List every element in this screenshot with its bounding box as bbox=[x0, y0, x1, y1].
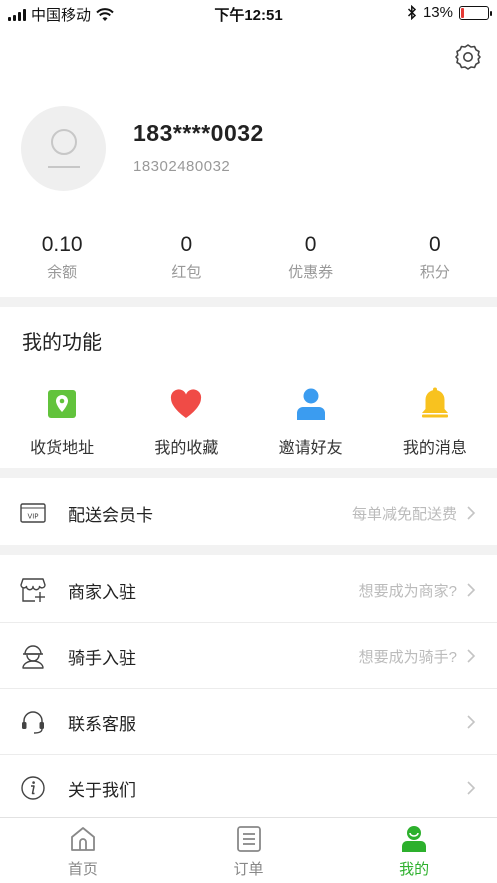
func-label: 邀请好友 bbox=[278, 440, 343, 457]
row-label: 联系客服 bbox=[68, 714, 136, 734]
vip-card-icon: VIP bbox=[20, 500, 46, 526]
functions-grid: 收货地址 我的收藏 邀请好友 我的消息 bbox=[0, 386, 497, 458]
row-hint: 想要成为商家? bbox=[358, 582, 457, 600]
headset-icon bbox=[20, 709, 46, 735]
battery-percent: 13% bbox=[422, 4, 453, 21]
stat-value: 0 bbox=[429, 233, 441, 256]
battery-icon bbox=[459, 5, 492, 20]
rider-icon bbox=[20, 643, 46, 669]
settings-button[interactable] bbox=[451, 40, 485, 74]
avatar[interactable] bbox=[21, 106, 106, 191]
user-profile-icon bbox=[399, 824, 429, 854]
row-label: 商家入驻 bbox=[68, 582, 136, 602]
gear-icon bbox=[455, 44, 481, 70]
chevron-right-icon bbox=[465, 503, 477, 523]
tab-bar: 首页 订单 我的 bbox=[0, 817, 497, 883]
stat-value: 0.10 bbox=[41, 233, 83, 256]
chevron-right-icon bbox=[465, 646, 477, 666]
func-label: 我的消息 bbox=[402, 440, 467, 457]
bluetooth-icon bbox=[407, 5, 417, 20]
stat-value: 0 bbox=[180, 233, 193, 256]
user-placeholder-icon bbox=[47, 128, 80, 168]
tab-orders[interactable]: 订单 bbox=[166, 818, 332, 883]
stat-coupon[interactable]: 0 优惠券 bbox=[249, 232, 373, 282]
status-bar: 中国移动 下午12:51 13% bbox=[0, 0, 497, 28]
phone-number: 18302480032 bbox=[133, 158, 231, 175]
func-label: 我的收藏 bbox=[154, 440, 219, 457]
stat-points[interactable]: 0 积分 bbox=[373, 232, 497, 282]
location-icon bbox=[44, 386, 80, 422]
stats-row: 0.10 余额 0 红包 0 优惠券 0 积分 bbox=[0, 232, 497, 282]
row-hint: 每单减免配送费 bbox=[351, 505, 457, 523]
stat-label: 优惠券 bbox=[288, 264, 334, 281]
bell-icon bbox=[417, 386, 453, 422]
nickname: 183****0032 bbox=[133, 120, 264, 146]
chevron-right-icon bbox=[465, 778, 477, 798]
tab-label: 订单 bbox=[233, 861, 264, 878]
stat-red-packet[interactable]: 0 红包 bbox=[124, 232, 248, 282]
section-divider bbox=[0, 545, 497, 555]
row-about-us[interactable]: 关于我们 bbox=[0, 755, 497, 821]
row-customer-service[interactable]: 联系客服 bbox=[0, 689, 497, 755]
stat-balance[interactable]: 0.10 余额 bbox=[0, 232, 124, 282]
func-address[interactable]: 收货地址 bbox=[0, 386, 124, 458]
section-divider bbox=[0, 468, 497, 478]
row-rider-join[interactable]: 骑手入驻 想要成为骑手? bbox=[0, 623, 497, 689]
info-icon bbox=[20, 775, 46, 801]
functions-title: 我的功能 bbox=[22, 332, 102, 354]
func-favorites[interactable]: 我的收藏 bbox=[124, 386, 248, 458]
person-icon bbox=[293, 386, 329, 422]
stat-label: 积分 bbox=[419, 264, 450, 281]
row-label: 骑手入驻 bbox=[68, 648, 136, 668]
row-label: 关于我们 bbox=[68, 780, 136, 800]
func-label: 收货地址 bbox=[30, 440, 95, 457]
stat-label: 余额 bbox=[47, 264, 78, 281]
battery-level bbox=[461, 7, 465, 18]
tab-mine[interactable]: 我的 bbox=[331, 818, 497, 883]
store-icon bbox=[20, 577, 46, 603]
row-vip-card[interactable]: VIP 配送会员卡 每单减免配送费 bbox=[0, 480, 497, 546]
tab-home[interactable]: 首页 bbox=[0, 818, 166, 883]
heart-icon bbox=[168, 386, 204, 422]
chevron-right-icon bbox=[465, 580, 477, 600]
row-merchant-join[interactable]: 商家入驻 想要成为商家? bbox=[0, 557, 497, 623]
stat-value: 0 bbox=[304, 233, 317, 256]
vip-badge-text: VIP bbox=[27, 513, 38, 521]
home-icon bbox=[68, 824, 98, 854]
row-hint: 想要成为骑手? bbox=[358, 648, 457, 666]
tab-label: 首页 bbox=[67, 861, 98, 878]
stat-label: 红包 bbox=[171, 264, 202, 281]
section-divider bbox=[0, 297, 497, 307]
row-label: 配送会员卡 bbox=[68, 505, 153, 525]
chevron-right-icon bbox=[465, 712, 477, 732]
status-right: 13% bbox=[407, 4, 492, 21]
order-list-icon bbox=[234, 824, 264, 854]
tab-label: 我的 bbox=[399, 861, 430, 878]
func-messages[interactable]: 我的消息 bbox=[373, 386, 497, 458]
func-invite[interactable]: 邀请好友 bbox=[249, 386, 373, 458]
